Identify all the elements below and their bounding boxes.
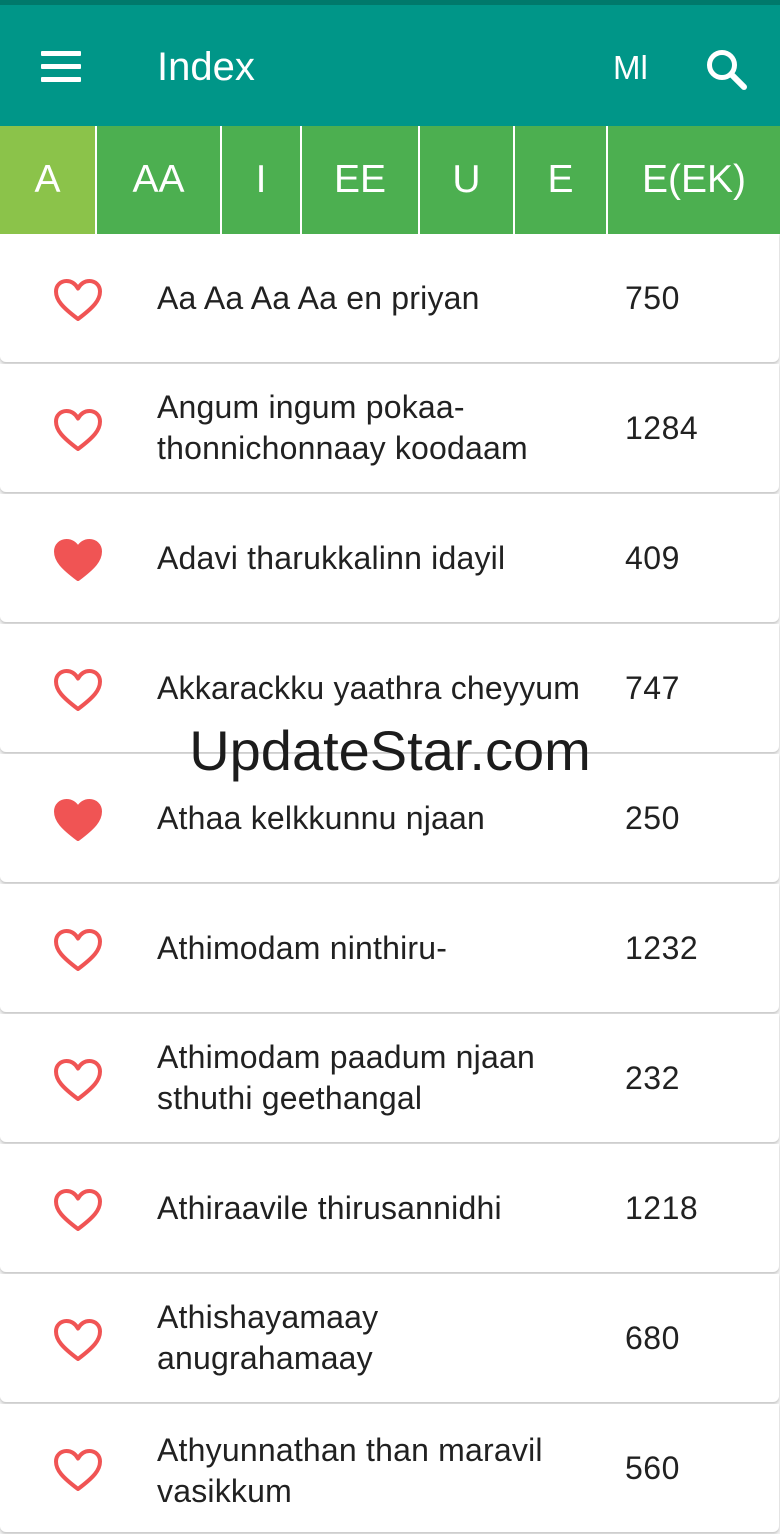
song-list: Aa Aa Aa Aa en priyan 750 Angum ingum poka… (0, 234, 780, 1534)
song-row[interactable]: Aa Aa Aa Aa en priyan 750 (0, 234, 779, 362)
heart-filled-icon[interactable] (54, 799, 102, 841)
song-row[interactable]: Athishayamaay anugrahamaay 680 (0, 1274, 779, 1402)
heart-outline-icon[interactable] (54, 669, 102, 711)
tab-e[interactable]: E (515, 126, 608, 234)
heart-outline-icon[interactable] (54, 1319, 102, 1361)
song-number: 1284 (625, 409, 699, 446)
song-title: Athaa kelkkunnu njaan (157, 799, 485, 836)
tab-u[interactable]: U (420, 126, 515, 234)
song-title: Athyunnathan than maravil vasikkum (157, 1432, 543, 1509)
page-title: Index (157, 45, 255, 89)
song-row[interactable]: Athiraavile thirusannidhi 1218 (0, 1144, 779, 1272)
hamburger-menu-icon[interactable] (38, 49, 84, 85)
app-bar: Index Ml (0, 0, 780, 126)
song-title: Athimodam ninthiru- (157, 929, 448, 966)
song-title: Athiraavile thirusannidhi (157, 1189, 502, 1226)
search-icon[interactable] (702, 45, 754, 97)
song-number: 232 (625, 1059, 680, 1096)
heart-outline-icon[interactable] (54, 1449, 102, 1491)
song-row[interactable]: Athimodam paadum njaan sthuthi geethanga… (0, 1014, 779, 1142)
tab-a[interactable]: A (0, 126, 97, 234)
song-title: Athimodam paadum njaan sthuthi geethanga… (157, 1039, 535, 1116)
song-row[interactable]: Angum ingum pokaa- thonnichonnaay koodaa… (0, 364, 779, 492)
tab-eek[interactable]: E(EK) (608, 126, 780, 234)
song-title: Akkarackku yaathra cheyyum (157, 669, 581, 706)
heart-outline-icon[interactable] (54, 1059, 102, 1101)
song-number: 250 (625, 799, 680, 836)
song-number: 560 (625, 1449, 680, 1486)
heart-outline-icon[interactable] (54, 1189, 102, 1231)
tab-ee[interactable]: EE (302, 126, 420, 234)
song-title: Adavi tharukkalinn idayil (157, 539, 506, 576)
language-toggle-button[interactable]: Ml (613, 47, 648, 89)
song-title: Angum ingum pokaa- thonnichonnaay koodaa… (157, 389, 528, 466)
song-row[interactable]: Athimodam ninthiru- 1232 (0, 884, 779, 1012)
song-number: 680 (625, 1319, 680, 1356)
song-title: Aa Aa Aa Aa en priyan (157, 279, 480, 316)
song-number: 409 (625, 539, 680, 576)
heart-outline-icon[interactable] (54, 409, 102, 451)
tab-i[interactable]: I (222, 126, 302, 234)
song-row[interactable]: Adavi tharukkalinn idayil 409 (0, 494, 779, 622)
song-row[interactable]: Athaa kelkkunnu njaan 250 (0, 754, 779, 882)
heart-filled-icon[interactable] (54, 539, 102, 581)
song-title: Athishayamaay anugrahamaay (157, 1299, 379, 1376)
song-number: 1218 (625, 1189, 699, 1226)
tab-aa[interactable]: AA (97, 126, 222, 234)
song-row[interactable]: Akkarackku yaathra cheyyum 747 (0, 624, 779, 752)
heart-outline-icon[interactable] (54, 279, 102, 321)
song-number: 750 (625, 279, 680, 316)
alphabet-tab-strip: A AA I EE U E E(EK) (0, 126, 780, 234)
song-number: 1232 (625, 929, 699, 966)
song-number: 747 (625, 669, 680, 706)
heart-outline-icon[interactable] (54, 929, 102, 971)
song-row[interactable]: Athyunnathan than maravil vasikkum 560 (0, 1404, 779, 1532)
